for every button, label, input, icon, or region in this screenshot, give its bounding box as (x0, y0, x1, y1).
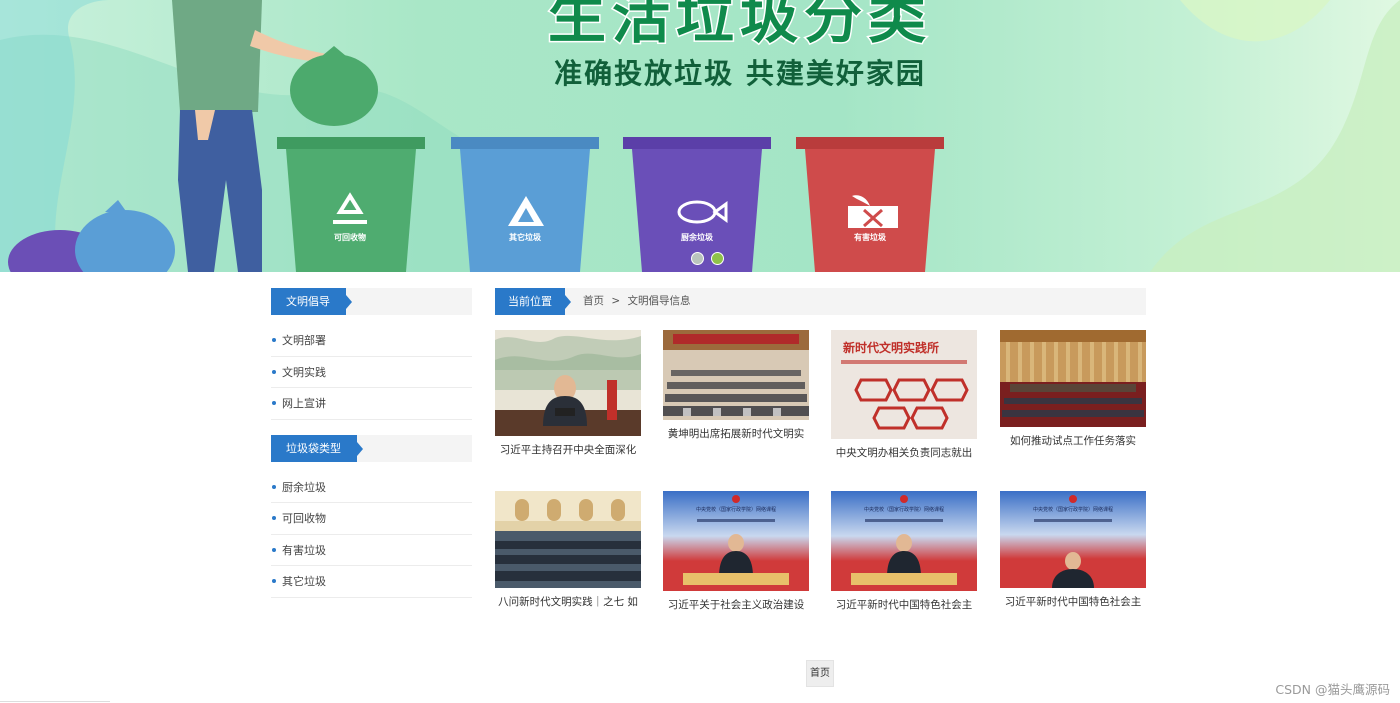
article-thumbnail-sign: 新时代文明实践所 (843, 340, 939, 355)
breadcrumb-path: 首页 > 文明倡导信息 (583, 288, 695, 315)
carousel-dot-1[interactable] (691, 252, 704, 265)
carousel-dot-2[interactable] (711, 252, 724, 265)
article-title[interactable]: 习近平关于社会主义政治建设 (663, 597, 809, 613)
sidebar-item-deployment[interactable]: 文明部署 (271, 325, 472, 357)
article-thumbnail[interactable] (1000, 330, 1146, 427)
sidebar-section-title[interactable]: 垃圾袋类型 (271, 434, 363, 462)
sidebar-list-civilization: 文明部署 文明实践 网上宣讲 (271, 325, 472, 420)
article-card[interactable]: 中央党校（国家行政学院）网络课程 习近平关于社会主义政治建设 (663, 491, 809, 613)
bin-hazardous (796, 137, 944, 272)
banner-subtitle: 准确投放垃圾 共建美好家园 (554, 57, 926, 90)
sidebar-item-kitchen-waste[interactable]: 厨余垃圾 (271, 472, 472, 503)
sidebar-section-header-bag-types: 垃圾袋类型 (271, 434, 472, 462)
breadcrumb-separator: > (611, 295, 621, 307)
article-thumbnail[interactable]: 中央党校（国家行政学院）网络课程 (663, 491, 809, 591)
article-card[interactable]: 中央党校（国家行政学院）网络课程 习近平新时代中国特色社会主 (831, 491, 977, 613)
sidebar: 文明倡导 文明部署 文明实践 网上宣讲 垃圾袋类型 厨余垃圾 可回收物 有害垃圾… (271, 288, 472, 613)
sidebar-item-online-lecture[interactable]: 网上宣讲 (271, 388, 472, 420)
breadcrumb-current: 文明倡导信息 (627, 295, 691, 307)
article-title[interactable]: 如何推动试点工作任务落实 (1000, 433, 1146, 449)
sidebar-section-header-civilization: 文明倡导 (271, 288, 472, 315)
article-thumbnail[interactable] (495, 330, 641, 436)
article-thumbnail[interactable]: 中央党校（国家行政学院）网络课程 (831, 491, 977, 591)
broadcast-banner-text: 中央党校（国家行政学院）网络课程 (1033, 506, 1113, 513)
breadcrumb: 当前位置 首页 > 文明倡导信息 (495, 288, 1146, 315)
hero-banner[interactable]: 生活垃圾分类 准确投放垃圾 共建美好家园 可回收物 其它垃圾 厨余垃圾 有害垃圾 (0, 0, 1400, 272)
sidebar-section-title[interactable]: 文明倡导 (271, 288, 352, 315)
banner-title: 生活垃圾分类 (546, 0, 932, 53)
breadcrumb-label: 当前位置 (495, 288, 571, 315)
article-title[interactable]: 八问新时代文明实践｜之七 如 (495, 594, 641, 610)
sidebar-list-bag-types: 厨余垃圾 可回收物 有害垃圾 其它垃圾 (271, 472, 472, 598)
article-thumbnail[interactable] (663, 330, 809, 420)
article-thumbnail[interactable]: 中央党校（国家行政学院）网络课程 (1000, 491, 1146, 588)
article-card[interactable]: 习近平主持召开中央全面深化 (495, 330, 641, 458)
bin-recyclable (277, 137, 425, 272)
bin-label-kitchen: 厨余垃圾 (681, 233, 713, 242)
article-title[interactable]: 黄坤明出席拓展新时代文明实 (663, 426, 809, 442)
article-thumbnail[interactable] (495, 491, 641, 588)
article-title[interactable]: 中央文明办相关负责同志就出 (831, 445, 977, 461)
watermark: CSDN @猫头鹰源码 (1275, 682, 1390, 697)
article-card[interactable]: 黄坤明出席拓展新时代文明实 (663, 330, 809, 442)
article-card[interactable]: 如何推动试点工作任务落实 (1000, 330, 1146, 449)
article-card[interactable]: 新时代文明实践所 中央文明办相关负责同志就出 (831, 330, 977, 461)
sidebar-item-hazardous[interactable]: 有害垃圾 (271, 535, 472, 566)
sidebar-item-other-waste[interactable]: 其它垃圾 (271, 566, 472, 598)
pagination-first-page[interactable]: 首页 (806, 660, 834, 687)
breadcrumb-home-link[interactable]: 首页 (583, 295, 604, 307)
bin-label-hazardous: 有害垃圾 (854, 233, 886, 242)
bin-label-other: 其它垃圾 (509, 233, 541, 242)
article-thumbnail[interactable]: 新时代文明实践所 (831, 330, 977, 439)
sidebar-item-recyclable[interactable]: 可回收物 (271, 503, 472, 535)
article-title[interactable]: 习近平主持召开中央全面深化 (495, 442, 641, 458)
sidebar-item-practice[interactable]: 文明实践 (271, 357, 472, 388)
article-card[interactable]: 中央党校（国家行政学院）网络课程 习近平新时代中国特色社会主 (1000, 491, 1146, 610)
broadcast-banner-text: 中央党校（国家行政学院）网络课程 (864, 506, 944, 513)
article-title[interactable]: 习近平新时代中国特色社会主 (831, 597, 977, 613)
divider (0, 701, 110, 702)
article-title[interactable]: 习近平新时代中国特色社会主 (1000, 594, 1146, 610)
article-card[interactable]: 八问新时代文明实践｜之七 如 (495, 491, 641, 610)
broadcast-banner-text: 中央党校（国家行政学院）网络课程 (696, 506, 776, 513)
bin-label-recyclable: 可回收物 (334, 233, 366, 242)
